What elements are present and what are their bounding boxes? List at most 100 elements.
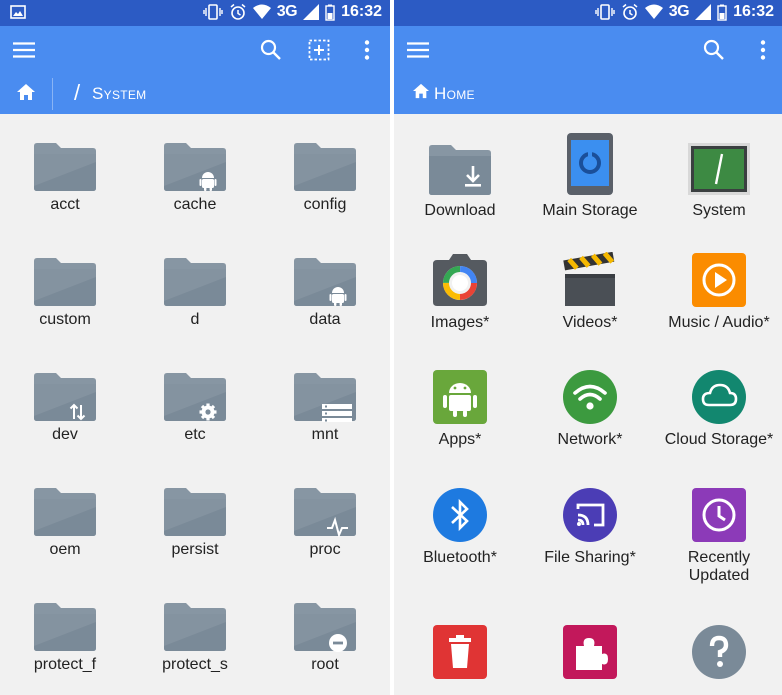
- clapperboard-icon: [525, 252, 655, 308]
- alarm-icon: [229, 3, 247, 21]
- home-icon[interactable]: [16, 83, 36, 106]
- folder-arrows-icon: [0, 372, 130, 422]
- folder-icon: [0, 142, 130, 192]
- cell-signal-icon: [303, 4, 320, 20]
- folder-gear-icon: [130, 372, 260, 422]
- folder-item[interactable]: data: [260, 257, 390, 329]
- home-icon[interactable]: [412, 83, 430, 104]
- battery-icon: [325, 4, 335, 21]
- folder-label: protect_s: [162, 656, 228, 673]
- left-panel: 3G 16:32 / System acct cache config custom d…: [0, 0, 390, 695]
- path-root-slash: /: [74, 80, 81, 105]
- folder-icon: [0, 602, 130, 652]
- cast-icon: [525, 487, 655, 543]
- home-shortcut[interactable]: Download: [395, 144, 525, 220]
- home-shortcut[interactable]: Videos*: [525, 252, 655, 332]
- battery-icon: [717, 4, 727, 21]
- menu-icon[interactable]: [406, 38, 430, 62]
- download-folder-icon: [395, 144, 525, 196]
- home-shortcut[interactable]: Bluetooth*: [395, 487, 525, 567]
- folder-item[interactable]: persist: [130, 487, 260, 559]
- menu-icon[interactable]: [12, 38, 36, 62]
- home-shortcut[interactable]: Music / Audio*: [654, 252, 782, 332]
- help-icon: [654, 624, 782, 680]
- wifi-signal-icon: [252, 4, 271, 20]
- home-shortcut[interactable]: File Sharing*: [525, 487, 655, 567]
- gallery-notification-icon: [10, 5, 26, 23]
- shortcut-label: Network*: [557, 431, 623, 448]
- home-shortcut[interactable]: [395, 624, 525, 680]
- home-shortcut[interactable]: [654, 624, 782, 680]
- shortcut-label: Apps*: [438, 431, 482, 448]
- overflow-menu-icon[interactable]: [355, 38, 379, 62]
- search-icon[interactable]: [259, 38, 283, 62]
- folder-item[interactable]: custom: [0, 257, 130, 329]
- folder-item[interactable]: oem: [0, 487, 130, 559]
- clock-time: 16:32: [733, 3, 774, 20]
- alarm-icon: [621, 3, 639, 21]
- home-shortcut[interactable]: [525, 624, 655, 680]
- folder-label: acct: [50, 196, 80, 213]
- home-shortcut[interactable]: Network*: [525, 369, 655, 449]
- folder-item[interactable]: protect_s: [130, 602, 260, 674]
- camera-icon: [395, 252, 525, 308]
- shortcut-label: Videos*: [562, 314, 618, 331]
- folder-item[interactable]: d: [130, 257, 260, 329]
- folder-label: custom: [39, 311, 91, 328]
- android-icon: [395, 369, 525, 425]
- home-shortcut[interactable]: Main Storage: [525, 132, 655, 220]
- folder-item[interactable]: proc: [260, 487, 390, 559]
- folder-icon: [130, 602, 260, 652]
- shortcut-label: System: [692, 202, 746, 219]
- wifi-signal-icon: [644, 4, 663, 20]
- clock-icon: [654, 487, 782, 543]
- folder-label: data: [309, 311, 341, 328]
- folder-label: etc: [184, 426, 206, 443]
- folder-android-icon: [130, 142, 260, 192]
- folder-pulse-icon: [260, 487, 390, 537]
- home-shortcut[interactable]: System: [654, 142, 782, 220]
- breadcrumb-current[interactable]: System: [92, 84, 146, 104]
- select-add-icon[interactable]: [307, 38, 331, 62]
- trash-icon: [395, 624, 525, 680]
- folder-item[interactable]: mnt: [260, 372, 390, 444]
- folder-label: root: [311, 656, 339, 673]
- folder-item[interactable]: acct: [0, 142, 130, 214]
- folder-item[interactable]: protect_f: [0, 602, 130, 674]
- folder-label: proc: [309, 541, 341, 558]
- toolbar: [0, 26, 390, 74]
- home-shortcut[interactable]: Cloud Storage*: [654, 369, 782, 449]
- folder-item[interactable]: config: [260, 142, 390, 214]
- folder-item[interactable]: root: [260, 602, 390, 674]
- bluetooth-icon: [395, 487, 525, 543]
- breadcrumb-current[interactable]: Home: [434, 84, 475, 104]
- shortcut-label: File Sharing*: [544, 549, 636, 566]
- folder-icon: [0, 257, 130, 307]
- breadcrumb-divider: [52, 78, 53, 110]
- folder-label: mnt: [311, 426, 339, 443]
- folder-label: protect_f: [33, 656, 97, 673]
- cell-signal-icon: [695, 4, 712, 20]
- vibrate-icon: [595, 3, 615, 21]
- system-terminal-icon: [654, 142, 782, 196]
- folder-icon: [130, 257, 260, 307]
- home-shortcut[interactable]: Recently Updated: [654, 487, 782, 585]
- overflow-menu-icon[interactable]: [751, 38, 775, 62]
- play-icon: [654, 252, 782, 308]
- folder-minus-icon: [260, 602, 390, 652]
- folder-item[interactable]: dev: [0, 372, 130, 444]
- right-panel: 3G 16:32 Home Download Main Storage System…: [394, 0, 782, 695]
- folder-item[interactable]: etc: [130, 372, 260, 444]
- home-shortcut[interactable]: Apps*: [395, 369, 525, 449]
- status-bar: 3G 16:32: [394, 0, 782, 26]
- folder-label: config: [303, 196, 347, 213]
- puzzle-icon: [525, 624, 655, 680]
- shortcut-label: Main Storage: [542, 202, 638, 219]
- status-bar: 3G 16:32: [0, 0, 390, 26]
- folder-item[interactable]: cache: [130, 142, 260, 214]
- home-shortcut[interactable]: Images*: [395, 252, 525, 332]
- shortcut-label: Cloud Storage*: [664, 431, 774, 448]
- folder-label: oem: [49, 541, 81, 558]
- shortcut-label: Download: [424, 202, 496, 219]
- search-icon[interactable]: [702, 38, 726, 62]
